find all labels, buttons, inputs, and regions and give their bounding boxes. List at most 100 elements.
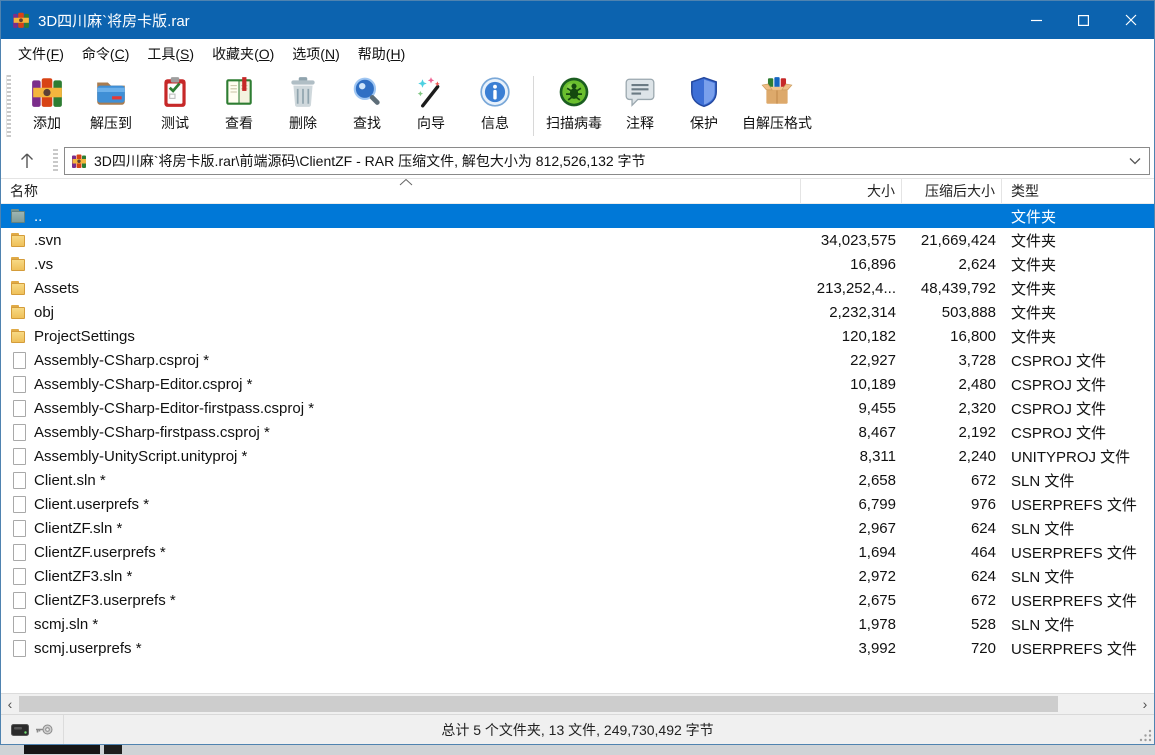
view-button[interactable]: 查看 <box>207 72 271 133</box>
file-name: .. <box>34 208 42 225</box>
file-packed: 976 <box>902 492 1002 516</box>
delete-button[interactable]: 删除 <box>271 72 335 133</box>
file-type: SLN 文件 <box>1002 516 1154 540</box>
title-bar: 3D四川麻`将房卡版.rar <box>1 1 1154 39</box>
status-bar: 总计 5 个文件夹, 13 文件, 249,730,492 字节 <box>1 714 1154 744</box>
file-size: 2,232,314 <box>801 300 902 324</box>
table-row[interactable]: scmj.sln * 1,978 528 SLN 文件 <box>1 612 1154 636</box>
file-name: ClientZF.userprefs * <box>34 544 166 561</box>
up-one-level-button[interactable] <box>1 147 53 175</box>
row-icon <box>10 328 27 344</box>
file-name: ClientZF3.userprefs * <box>34 592 176 609</box>
trash-icon <box>285 74 321 110</box>
file-type: 文件夹 <box>1002 228 1154 252</box>
find-button[interactable]: 查找 <box>335 72 399 133</box>
file-packed: 528 <box>902 612 1002 636</box>
file-type: 文件夹 <box>1002 204 1154 228</box>
scrollbar-thumb[interactable] <box>19 696 1058 712</box>
info-button[interactable]: 信息 <box>463 72 527 133</box>
toolbar-gripper[interactable] <box>6 75 11 137</box>
menu-tools[interactable]: 工具(S) <box>138 40 203 68</box>
key-icon[interactable] <box>35 723 53 736</box>
file-packed: 2,320 <box>902 396 1002 420</box>
table-row[interactable]: ClientZF.sln * 2,967 624 SLN 文件 <box>1 516 1154 540</box>
file-packed: 2,480 <box>902 372 1002 396</box>
horizontal-scrollbar[interactable]: ‹ › <box>1 693 1154 714</box>
scan-virus-button[interactable]: 扫描病毒 <box>540 72 608 133</box>
test-button[interactable]: 测试 <box>143 72 207 133</box>
table-row[interactable]: Assembly-CSharp-Editor-firstpass.csproj … <box>1 396 1154 420</box>
table-row[interactable]: Assembly-CSharp-firstpass.csproj * 8,467… <box>1 420 1154 444</box>
table-row[interactable]: Assembly-CSharp-Editor.csproj * 10,189 2… <box>1 372 1154 396</box>
menu-help[interactable]: 帮助(H) <box>349 40 414 68</box>
file-packed: 624 <box>902 516 1002 540</box>
table-row[interactable]: obj 2,232,314 503,888 文件夹 <box>1 300 1154 324</box>
row-icon <box>10 424 27 440</box>
menu-options[interactable]: 选项(N) <box>283 40 348 68</box>
extract-to-button[interactable]: 解压到 <box>79 72 143 133</box>
table-row[interactable]: .vs 16,896 2,624 文件夹 <box>1 252 1154 276</box>
table-row[interactable]: ProjectSettings 120,182 16,800 文件夹 <box>1 324 1154 348</box>
menu-favorites[interactable]: 收藏夹(O) <box>203 40 283 68</box>
file-packed: 720 <box>902 636 1002 660</box>
file-packed: 2,624 <box>902 252 1002 276</box>
add-archive-icon <box>29 74 65 110</box>
table-row[interactable]: ClientZF.userprefs * 1,694 464 USERPREFS… <box>1 540 1154 564</box>
chevron-down-icon[interactable] <box>1127 152 1143 170</box>
status-total: 总计 5 个文件夹, 13 文件, 249,730,492 字节 <box>1 720 1154 740</box>
file-type: SLN 文件 <box>1002 564 1154 588</box>
file-type: SLN 文件 <box>1002 468 1154 492</box>
scroll-right-icon[interactable]: › <box>1136 695 1154 714</box>
file-type: 文件夹 <box>1002 324 1154 348</box>
comment-bubble-icon <box>622 74 658 110</box>
file-size: 9,455 <box>801 396 902 420</box>
minimize-button[interactable] <box>1013 1 1060 39</box>
column-header-size[interactable]: 大小 <box>801 179 902 203</box>
wizard-button[interactable]: 向导 <box>399 72 463 133</box>
drive-icon[interactable] <box>11 724 29 736</box>
column-header-packed[interactable]: 压缩后大小 <box>902 179 1002 203</box>
table-row[interactable]: scmj.userprefs * 3,992 720 USERPREFS 文件 <box>1 636 1154 660</box>
sfx-button[interactable]: 自解压格式 <box>736 72 818 133</box>
file-name: Assets <box>34 280 79 297</box>
close-button[interactable] <box>1107 1 1154 39</box>
row-icon <box>10 376 27 392</box>
file-size: 8,311 <box>801 444 902 468</box>
file-packed: 464 <box>902 540 1002 564</box>
table-row[interactable]: Assembly-UnityScript.unityproj * 8,311 2… <box>1 444 1154 468</box>
protect-button[interactable]: 保护 <box>672 72 736 133</box>
table-row[interactable]: Assets 213,252,4... 48,439,792 文件夹 <box>1 276 1154 300</box>
file-size: 3,992 <box>801 636 902 660</box>
file-packed <box>902 204 1002 228</box>
table-row[interactable]: ClientZF3.userprefs * 2,675 672 USERPREF… <box>1 588 1154 612</box>
row-icon <box>10 256 27 272</box>
table-row[interactable]: Client.userprefs * 6,799 976 USERPREFS 文… <box>1 492 1154 516</box>
file-list-area: 名称 大小 压缩后大小 类型 .. 文件夹 .svn 34,023,575 21… <box>1 178 1154 693</box>
add-button[interactable]: 添加 <box>15 72 79 133</box>
file-packed: 503,888 <box>902 300 1002 324</box>
file-type: 文件夹 <box>1002 300 1154 324</box>
maximize-button[interactable] <box>1060 1 1107 39</box>
table-row[interactable]: .. 文件夹 <box>1 204 1154 228</box>
menu-file[interactable]: 文件(F) <box>9 40 73 68</box>
table-row[interactable]: .svn 34,023,575 21,669,424 文件夹 <box>1 228 1154 252</box>
row-icon <box>10 544 27 560</box>
file-size: 8,467 <box>801 420 902 444</box>
address-combobox[interactable]: 3D四川麻`将房卡版.rar\前端源码\ClientZF - RAR 压缩文件,… <box>64 147 1150 175</box>
menu-bar: 文件(F) 命令(C) 工具(S) 收藏夹(O) 选项(N) 帮助(H) <box>1 39 1154 68</box>
file-size: 1,694 <box>801 540 902 564</box>
file-packed: 672 <box>902 468 1002 492</box>
row-icon <box>10 208 27 224</box>
desktop-strip <box>0 745 1155 754</box>
resize-grip[interactable] <box>1139 729 1152 742</box>
file-type: CSPROJ 文件 <box>1002 396 1154 420</box>
column-header-type[interactable]: 类型 <box>1002 179 1154 203</box>
menu-commands[interactable]: 命令(C) <box>73 40 138 68</box>
comment-button[interactable]: 注释 <box>608 72 672 133</box>
scrollbar-track[interactable] <box>19 694 1136 714</box>
archive-path: 3D四川麻`将房卡版.rar\前端源码\ClientZF - RAR 压缩文件,… <box>94 151 1127 171</box>
scroll-left-icon[interactable]: ‹ <box>1 695 19 714</box>
table-row[interactable]: Assembly-CSharp.csproj * 22,927 3,728 CS… <box>1 348 1154 372</box>
table-row[interactable]: Client.sln * 2,658 672 SLN 文件 <box>1 468 1154 492</box>
table-row[interactable]: ClientZF3.sln * 2,972 624 SLN 文件 <box>1 564 1154 588</box>
